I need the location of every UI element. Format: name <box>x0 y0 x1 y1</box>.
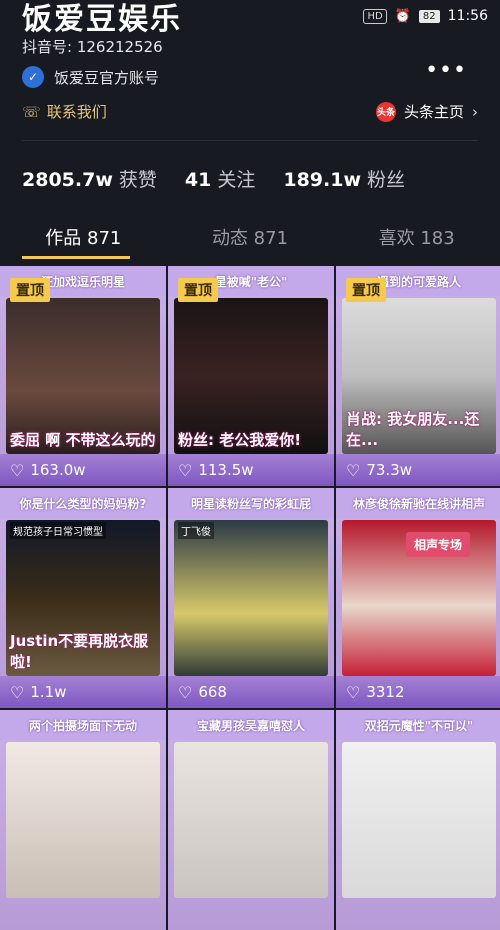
stat-followers-value: 189.1w <box>283 169 362 191</box>
stat-likes[interactable]: 2805.7w 获赞 <box>22 165 157 192</box>
video-banner: 明星读粉丝写的彩虹屁 <box>168 488 334 518</box>
video-thumbnail[interactable]: 林彦俊徐新驰在线讲相声 相声专场 ♡ 3312 <box>336 488 500 708</box>
video-thumbnail[interactable]: 遇到的可爱路人 置顶 肖战: 我女朋友...还在... ♡ 73.3w <box>336 266 500 486</box>
heart-icon: ♡ <box>346 460 361 480</box>
video-caption: 肖战: 我女朋友...还在... <box>346 410 480 449</box>
video-thumbnail[interactable]: 星被喊"老公" 置顶 粉丝: 老公我爱你! ♡ 113.5w <box>168 266 334 486</box>
video-thumbnail[interactable]: 你是什么类型的妈妈粉? 规范孩子日常习惯型 Justin不要再脱衣服啦! ♡ 1… <box>0 488 166 708</box>
video-footer: ♡ 73.3w <box>336 454 500 486</box>
video-banner: 你是什么类型的妈妈粉? <box>0 488 166 518</box>
tab-activity[interactable]: 动态 871 <box>212 224 288 260</box>
contact-us-button[interactable]: ☏ 联系我们 <box>22 101 107 122</box>
video-footer: ♡ 113.5w <box>168 454 334 486</box>
douyin-id: 抖音号: 126212526 <box>22 38 163 56</box>
stat-followers-label: 粉丝 <box>367 169 406 191</box>
video-image <box>342 742 496 898</box>
like-count: 1.1w <box>30 683 67 701</box>
battery-indicator: 82 <box>418 9 440 23</box>
video-footer: ♡ 3312 <box>336 676 500 708</box>
video-image <box>174 520 328 676</box>
profile-tabs: 作品 871 动态 871 喜欢 183 <box>0 224 500 260</box>
profile-title: 饭爱豆娱乐 <box>22 2 182 37</box>
video-caption: 委屈 啊 不带这么玩的 <box>10 431 156 449</box>
stat-followers[interactable]: 189.1w 粉丝 <box>283 165 405 192</box>
pinned-badge: 置顶 <box>346 278 386 302</box>
stat-following-label: 关注 <box>217 169 256 191</box>
video-banner: 林彦俊徐新驰在线讲相声 <box>336 488 500 518</box>
chevron-right-icon: › <box>472 102 478 121</box>
contact-label: 联系我们 <box>46 103 107 121</box>
video-subtitle: 丁飞俊 <box>178 522 214 539</box>
video-thumbnail[interactable]: 两个拍摄场面下无动 <box>0 710 166 930</box>
status-time: 11:56 <box>447 8 488 24</box>
video-banner: 两个拍摄场面下无动 <box>0 710 166 740</box>
tab-works[interactable]: 作品 871 <box>45 224 121 260</box>
heart-icon: ♡ <box>178 460 193 480</box>
alarm-icon: ⏰ <box>394 8 411 24</box>
like-count: 73.3w <box>366 461 413 479</box>
official-label: 饭爱豆官方账号 <box>54 68 160 87</box>
like-count: 113.5w <box>198 461 254 479</box>
heart-icon: ♡ <box>346 682 361 702</box>
verified-icon: ✓ <box>22 66 44 88</box>
video-image <box>174 742 328 898</box>
video-image <box>6 742 160 898</box>
video-caption: Justin不要再脱衣服啦! <box>10 632 149 671</box>
phone-icon: ☏ <box>22 102 41 121</box>
more-options-icon[interactable]: ••• <box>425 58 467 83</box>
stat-following[interactable]: 41 关注 <box>185 165 255 192</box>
video-subtitle: 相声专场 <box>406 532 471 557</box>
video-subtitle: 规范孩子日常习惯型 <box>10 522 106 539</box>
toutiao-icon: 头条 <box>375 101 396 122</box>
video-grid: 狂加戏逗乐明星 置顶 委屈 啊 不带这么玩的 ♡ 163.0w 星被喊"老公" … <box>0 266 500 930</box>
toutiao-label: 头条主页 <box>403 103 464 121</box>
toutiao-homepage-button[interactable]: 头条 头条主页 › <box>375 101 478 122</box>
video-thumbnail[interactable]: 狂加戏逗乐明星 置顶 委屈 啊 不带这么玩的 ♡ 163.0w <box>0 266 166 486</box>
video-footer: ♡ 163.0w <box>0 454 166 486</box>
status-icons: HD ⏰ 82 11:56 <box>363 8 488 24</box>
video-thumbnail[interactable]: 双招元魔性"不可以" <box>336 710 500 930</box>
video-footer: ♡ 1.1w <box>0 676 166 708</box>
heart-icon: ♡ <box>178 682 193 702</box>
video-footer: ♡ 668 <box>168 676 334 708</box>
video-banner: 宝藏男孩吴嘉嘻怼人 <box>168 710 334 740</box>
like-count: 163.0w <box>30 461 86 479</box>
official-account-row[interactable]: ✓ 饭爱豆官方账号 <box>22 66 159 88</box>
stat-likes-label: 获赞 <box>118 169 157 191</box>
stat-likes-value: 2805.7w <box>22 169 113 191</box>
tab-active-indicator <box>22 256 130 259</box>
profile-stats: 2805.7w 获赞 41 关注 189.1w 粉丝 <box>22 165 405 192</box>
video-thumbnail[interactable]: 宝藏男孩吴嘉嘻怼人 <box>168 710 334 930</box>
stat-following-value: 41 <box>184 169 212 191</box>
pinned-badge: 置顶 <box>178 278 218 302</box>
like-count: 668 <box>198 683 227 701</box>
tab-likes[interactable]: 喜欢 183 <box>379 224 455 260</box>
heart-icon: ♡ <box>10 682 25 702</box>
video-thumbnail[interactable]: 明星读粉丝写的彩虹屁 丁飞俊 ♡ 668 <box>168 488 334 708</box>
video-caption: 粉丝: 老公我爱你! <box>178 431 302 449</box>
hd-badge: HD <box>363 8 387 24</box>
pinned-badge: 置顶 <box>10 278 50 302</box>
heart-icon: ♡ <box>10 460 25 480</box>
like-count: 3312 <box>366 683 405 701</box>
video-banner: 双招元魔性"不可以" <box>336 710 500 740</box>
divider <box>22 140 478 141</box>
